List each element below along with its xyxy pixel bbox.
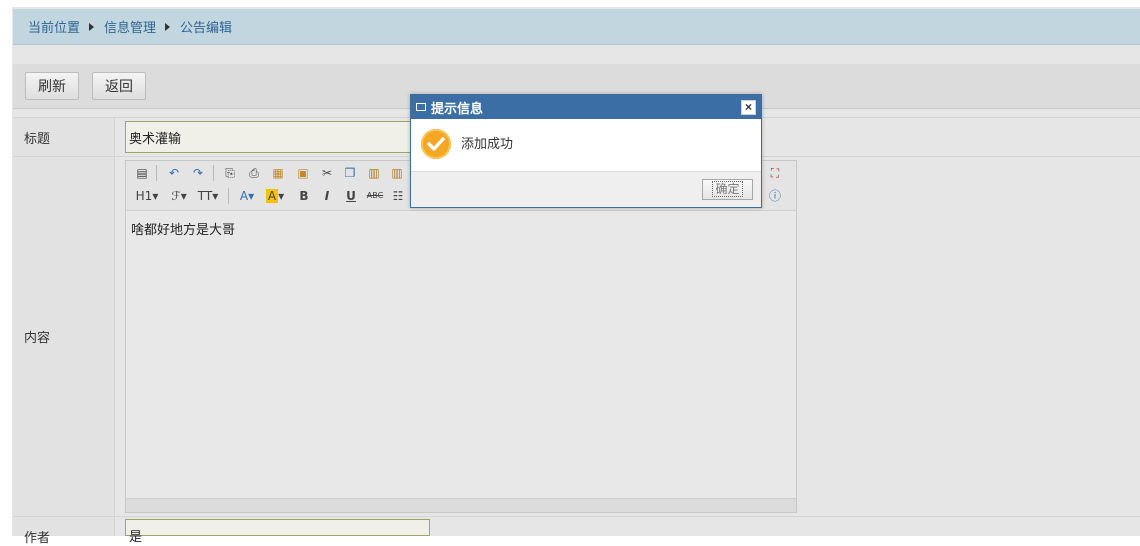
heading-label: H1	[135, 189, 153, 203]
notice-dialog: 提示信息 × 添加成功 确定	[410, 94, 762, 208]
content-label: 内容	[13, 157, 115, 516]
heading-dropdown[interactable]: H1▾	[134, 188, 160, 204]
font-color-button[interactable]: A▾	[236, 188, 258, 204]
editor-resize-bar[interactable]	[126, 498, 796, 512]
font-size-label: TT	[197, 189, 213, 203]
toolbar-separator	[213, 165, 214, 181]
toolbar-separator	[156, 165, 157, 181]
source-icon[interactable]: ▤	[134, 165, 150, 181]
font-color-label: A	[239, 189, 249, 203]
title-label: 标题	[13, 118, 115, 156]
breadcrumb-item-current[interactable]: 当前位置	[28, 17, 80, 36]
code-icon[interactable]: ▣	[295, 165, 311, 181]
cut-icon[interactable]: ✂	[319, 165, 335, 181]
italic-button[interactable]: I	[319, 188, 335, 204]
preview-icon[interactable]: ⎘	[222, 165, 238, 181]
paste-icon[interactable]: ▥	[366, 165, 382, 181]
dialog-message: 添加成功	[461, 136, 514, 151]
success-check-icon	[421, 129, 451, 159]
confirm-button-label: 确定	[712, 181, 743, 197]
template-icon[interactable]: ▦	[270, 165, 286, 181]
dialog-title: 提示信息	[431, 100, 484, 116]
print-icon[interactable]: ⎙	[246, 165, 262, 181]
underline-button[interactable]: U	[343, 188, 359, 204]
toolbar-separator	[228, 188, 229, 204]
author-label: 作者	[13, 517, 115, 545]
editor-content[interactable]: 啥都好地方是大哥	[126, 211, 796, 499]
breadcrumb-arrow-icon	[89, 22, 95, 31]
font-family-label: ℱ	[171, 189, 181, 203]
checkmark-icon	[427, 137, 445, 151]
title-input[interactable]: 奥术灌输	[125, 121, 430, 153]
help-icon[interactable]: ⓘ	[767, 188, 783, 204]
author-input[interactable]: 是	[125, 519, 430, 544]
bold-button[interactable]: B	[296, 188, 312, 204]
dialog-title-bar: 提示信息	[411, 95, 761, 119]
highlight-color-button[interactable]: A ▾	[264, 188, 286, 204]
breadcrumb-item-info-management[interactable]: 信息管理	[104, 17, 156, 36]
redo-icon[interactable]: ↷	[190, 165, 206, 181]
rich-text-editor: ▤ ↶ ↷ ⎘ ⎙ ▦ ▣ ✂ ❐ ▥ ▥ ⛶ H1▾ ℱ▾ TT▾ A▾ A ▾…	[125, 160, 797, 513]
refresh-button[interactable]: 刷新	[25, 72, 79, 100]
dialog-body: 添加成功	[411, 119, 761, 171]
close-icon[interactable]: ×	[741, 100, 756, 115]
spacer	[13, 45, 1140, 65]
window-icon	[416, 103, 426, 111]
horizontal-line-icon[interactable]: ☷	[390, 188, 406, 204]
breadcrumb: 当前位置 信息管理 公告编辑	[13, 9, 1140, 45]
strikethrough-button[interactable]: ABC	[364, 188, 386, 204]
font-size-dropdown[interactable]: TT▾	[196, 188, 220, 204]
left-border	[0, 0, 12, 536]
top-border	[0, 0, 1140, 7]
font-family-dropdown[interactable]: ℱ▾	[168, 188, 190, 204]
dialog-footer: 确定	[411, 171, 761, 207]
undo-icon[interactable]: ↶	[166, 165, 182, 181]
paste-text-icon[interactable]: ▥	[389, 165, 405, 181]
breadcrumb-item-notice-edit[interactable]: 公告编辑	[180, 17, 232, 36]
copy-icon[interactable]: ❐	[342, 165, 358, 181]
breadcrumb-arrow-icon	[165, 22, 171, 31]
back-button[interactable]: 返回	[92, 72, 146, 100]
highlight-label: A	[265, 189, 279, 203]
fullscreen-icon[interactable]: ⛶	[767, 165, 783, 181]
confirm-button[interactable]: 确定	[702, 179, 753, 200]
